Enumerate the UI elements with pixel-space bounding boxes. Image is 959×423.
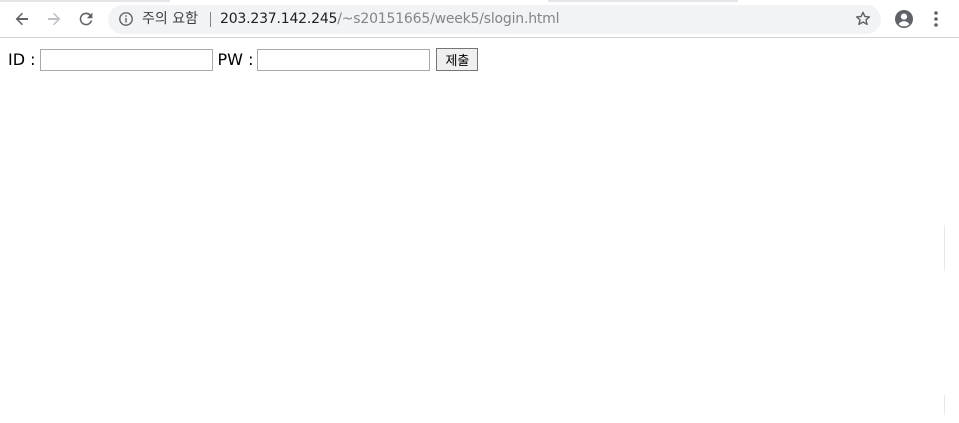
pw-label: PW :	[217, 49, 254, 69]
url-text[interactable]: 203.237.142.245/~s20151665/week5/slogin.…	[220, 11, 560, 28]
scroll-edge-mark	[944, 225, 945, 271]
star-icon[interactable]	[854, 10, 872, 28]
browser-toolbar: 주의 요함 203.237.142.245/~s20151665/week5/s…	[0, 0, 959, 38]
back-arrow-icon	[15, 12, 28, 26]
address-bar[interactable]: 주의 요함 203.237.142.245/~s20151665/week5/s…	[108, 5, 881, 34]
scroll-edge-mark	[944, 395, 945, 415]
url-path: /~s20151665/week5/slogin.html	[337, 11, 560, 27]
info-icon[interactable]	[118, 11, 134, 27]
pw-input[interactable]	[257, 48, 431, 71]
kebab-menu-icon[interactable]	[928, 9, 944, 29]
reload-button[interactable]	[73, 6, 99, 32]
reload-icon	[79, 12, 93, 26]
id-input[interactable]	[39, 48, 213, 71]
page-content: ID : PW : 제출	[0, 39, 959, 423]
id-label: ID :	[8, 49, 36, 69]
omnibox-separator	[210, 12, 211, 27]
forward-button[interactable]	[41, 6, 67, 32]
security-status-label[interactable]: 주의 요함	[142, 11, 198, 28]
forward-arrow-icon	[48, 12, 61, 26]
login-form: ID : PW : 제출	[8, 48, 479, 71]
tab-strip-edge	[548, 0, 738, 2]
account-circle-icon[interactable]	[894, 9, 914, 29]
submit-button[interactable]: 제출	[436, 48, 479, 71]
back-button[interactable]	[9, 6, 35, 32]
tab-strip-edge	[0, 0, 170, 2]
url-host: 203.237.142.245	[220, 11, 338, 27]
